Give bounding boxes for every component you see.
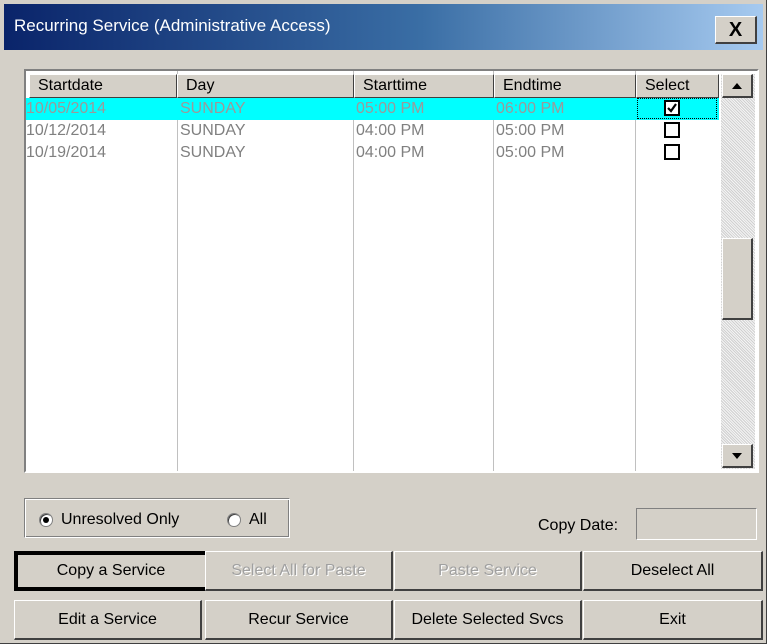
delete-selected-svcs-button[interactable]: Delete Selected Svcs: [394, 600, 582, 640]
radio-button[interactable]: [39, 513, 53, 527]
radio-label: All: [249, 511, 267, 528]
radio-all[interactable]: All: [227, 511, 267, 529]
arrow-down-icon: [732, 452, 742, 459]
table-row[interactable]: 10/19/2014 SUNDAY 04:00 PM 05:00 PM: [26, 142, 719, 164]
cell-day: SUNDAY: [180, 144, 246, 161]
header-select[interactable]: Select: [636, 74, 719, 98]
radio-dot: [43, 517, 49, 523]
arrow-up-icon: [732, 82, 742, 89]
copy-date-label: Copy Date:: [538, 517, 619, 534]
select-checkbox[interactable]: [664, 100, 680, 116]
header-startdate[interactable]: Startdate: [29, 74, 177, 98]
cell-starttime: 05:00 PM: [356, 100, 425, 117]
cell-startdate: 10/12/2014: [26, 122, 107, 139]
recurring-service-window: Recurring Service (Administrative Access…: [0, 0, 767, 644]
cell-endtime: 06:00 PM: [496, 100, 565, 117]
table-row[interactable]: 10/05/2014 SUNDAY 05:00 PM 06:00 PM: [26, 98, 719, 120]
radio-unresolved-only[interactable]: Unresolved Only: [39, 511, 179, 529]
close-button[interactable]: X: [715, 16, 757, 44]
header-starttime[interactable]: Starttime: [354, 74, 494, 98]
scroll-down-button[interactable]: [722, 444, 753, 468]
cell-day: SUNDAY: [180, 122, 246, 139]
radio-button[interactable]: [227, 513, 241, 527]
copy-date-field[interactable]: [636, 508, 757, 540]
header-endtime[interactable]: Endtime: [494, 74, 636, 98]
window-title: Recurring Service (Administrative Access…: [14, 16, 331, 35]
paste-service-button[interactable]: Paste Service: [394, 551, 582, 591]
checkmark-icon: [667, 103, 677, 113]
deselect-all-button[interactable]: Deselect All: [583, 551, 763, 591]
filter-group: Unresolved Only All: [24, 498, 290, 538]
close-icon: X: [728, 18, 743, 41]
cell-starttime: 04:00 PM: [356, 122, 425, 139]
service-list[interactable]: Startdate Day Starttime Endtime Select 1…: [24, 69, 759, 473]
cell-starttime: 04:00 PM: [356, 144, 425, 161]
select-checkbox[interactable]: [664, 122, 680, 138]
recur-service-button[interactable]: Recur Service: [205, 600, 393, 640]
cell-startdate: 10/05/2014: [26, 100, 107, 117]
cell-endtime: 05:00 PM: [496, 122, 565, 139]
scroll-up-button[interactable]: [722, 74, 753, 98]
cell-day: SUNDAY: [180, 100, 246, 117]
scroll-thumb[interactable]: [722, 238, 753, 320]
title-bar[interactable]: Recurring Service (Administrative Access…: [4, 4, 763, 50]
copy-service-button[interactable]: Copy a Service: [14, 551, 209, 591]
cell-endtime: 05:00 PM: [496, 144, 565, 161]
select-all-for-paste-button[interactable]: Select All for Paste: [205, 551, 393, 591]
select-checkbox[interactable]: [664, 144, 680, 160]
table-row[interactable]: 10/12/2014 SUNDAY 04:00 PM 05:00 PM: [26, 120, 719, 142]
exit-button[interactable]: Exit: [583, 600, 763, 640]
edit-service-button[interactable]: Edit a Service: [14, 600, 202, 640]
radio-label: Unresolved Only: [61, 511, 180, 528]
header-day[interactable]: Day: [177, 74, 354, 98]
cell-startdate: 10/19/2014: [26, 144, 107, 161]
vertical-scrollbar[interactable]: [721, 74, 755, 469]
